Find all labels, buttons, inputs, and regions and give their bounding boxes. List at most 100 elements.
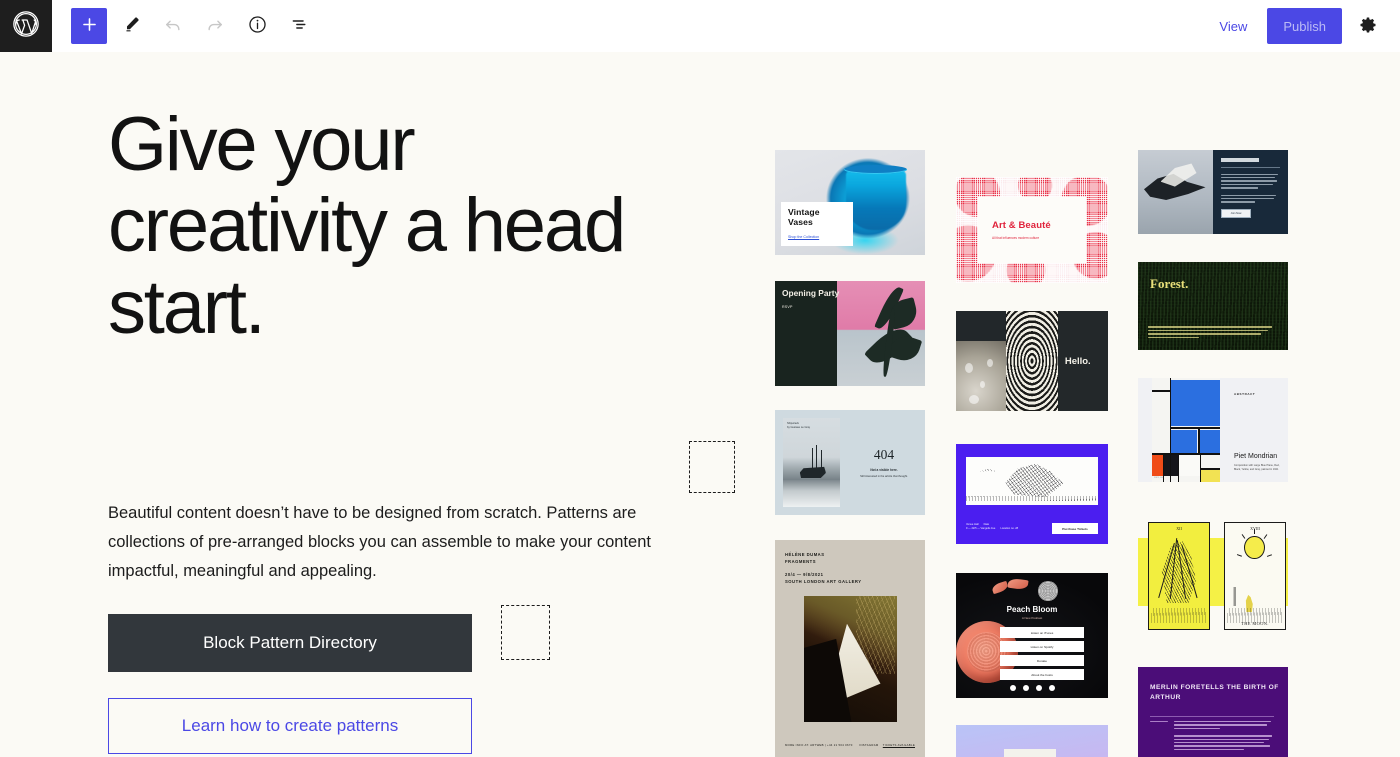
list-view-button[interactable]: [281, 8, 317, 44]
shipwreck-photo: Shipwreck by Gustave Le Gray: [783, 418, 840, 507]
purchase-tickets-button[interactable]: Purchase Tickets: [1052, 523, 1098, 534]
towers-shape: [1225, 586, 1285, 606]
listen-spotify-button[interactable]: Listen on Spotify: [1000, 641, 1084, 652]
mondrian-artwork: [1152, 378, 1220, 482]
learn-how-to-create-patterns-button[interactable]: Learn how to create patterns: [108, 698, 472, 754]
mondrian-name: Piet Mondrian: [1234, 453, 1278, 460]
flyer-meta-4: Location no. 28: [1000, 527, 1019, 531]
tarot-card-right-name: THE MOON.: [1241, 621, 1269, 626]
gear-icon: [1358, 15, 1378, 38]
opening-party-photo: [836, 281, 925, 386]
error-404-line2: Still interested in the article that tho…: [860, 475, 908, 478]
pattern-card-merlin[interactable]: MERLIN FORETELLS THE BIRTH OF ARTHUR: [1138, 667, 1288, 757]
pattern-card-helene-dumas[interactable]: HÉLÈNE DUMAS FRAGMENTS 20/4 — 9/8/2021 S…: [775, 540, 925, 757]
bird-heading-bar: [1221, 158, 1259, 162]
social-icon[interactable]: [1022, 685, 1029, 691]
toolbar-left-group: [52, 8, 317, 44]
tarot-card-right-numeral: XVIII: [1250, 526, 1260, 531]
peach-bloom-title: Peach Bloom: [1006, 605, 1058, 614]
publish-button[interactable]: Publish: [1267, 8, 1342, 44]
divider: [1221, 167, 1280, 168]
view-button[interactable]: View: [1207, 13, 1259, 40]
pattern-card-art-beaute[interactable]: Art & Beauté All that influences modern …: [956, 177, 1108, 283]
redo-button[interactable]: [197, 8, 233, 44]
add-block-button[interactable]: [71, 8, 107, 44]
hello-title: Hello.: [1064, 355, 1091, 367]
pencil-icon: [122, 15, 141, 37]
undo-icon: [163, 15, 183, 38]
about-hosts-button[interactable]: About the hosts: [1000, 669, 1084, 680]
pattern-card-gradient-partial[interactable]: Lorem Origin 20" — 2019, Giclee print on…: [956, 725, 1108, 757]
undo-button[interactable]: [155, 8, 191, 44]
toolbar-right-group: View Publish: [1207, 8, 1400, 44]
poster-venue: SOUTH LONDON ART GALLERY: [785, 579, 862, 585]
pattern-card-vintage-vases[interactable]: Vintage Vases Shop the Collection: [775, 150, 925, 255]
pattern-card-blue-flyer[interactable]: Venue Hall Date 9 — 22/5 — Vangelis Ave …: [956, 444, 1108, 544]
merlin-body-text: [1174, 721, 1274, 752]
donate-button[interactable]: Donate: [1000, 655, 1084, 666]
divider: [1150, 716, 1274, 717]
tarot-card-left-numeral: XII: [1176, 526, 1182, 531]
page-title[interactable]: Give your creativity a head start.: [108, 104, 668, 348]
art-beaute-title: Art & Beauté: [992, 220, 1051, 231]
settings-button[interactable]: [1350, 8, 1386, 44]
pattern-card-bird-navy[interactable]: Join Now: [1138, 150, 1288, 234]
sea-shape: [783, 480, 840, 507]
forest-body-text: [1148, 326, 1276, 340]
social-icons: [956, 685, 1108, 691]
poster-heading: HÉLÈNE DUMAS FRAGMENTS 20/4 — 9/8/2021 S…: [785, 552, 862, 586]
merlin-side-label: [1150, 721, 1168, 724]
social-icon[interactable]: [1009, 685, 1016, 691]
empty-block-placeholder-1[interactable]: [689, 441, 735, 493]
merlin-title: MERLIN FORETELLS THE BIRTH OF ARTHUR: [1150, 684, 1279, 702]
shop-collection-link[interactable]: Shop the Collection: [788, 235, 846, 239]
bird-photo: [1138, 150, 1213, 234]
error-404-text: 404 Not a visible here. Still interested…: [847, 410, 921, 515]
pattern-card-mondrian[interactable]: ABSTRACT Piet Mondrian Composition with …: [1138, 378, 1288, 482]
opening-party-rsvp[interactable]: RSVP: [782, 305, 839, 309]
redo-icon: [205, 15, 225, 38]
vase-rim-shape: [844, 164, 907, 175]
concentric-rings-graphic: [1006, 311, 1058, 411]
pattern-card-tarot[interactable]: XII XVIII THE MOON.: [1138, 512, 1288, 639]
wordpress-logo-button[interactable]: [0, 0, 52, 52]
poster-show: FRAGMENTS: [785, 558, 817, 564]
art-beaute-card: Art & Beauté All that influences modern …: [978, 197, 1086, 263]
pattern-card-hello[interactable]: Hello.: [956, 311, 1108, 411]
flyer-meta-1: Venue Hall: [966, 522, 979, 526]
poster-instagram[interactable]: INSTAGRAM: [859, 743, 878, 747]
mondrian-description: Composition with Large Blue Plane, Red, …: [1234, 464, 1280, 471]
tarot-card-right: XVIII THE MOON.: [1224, 522, 1286, 630]
details-button[interactable]: [239, 8, 275, 44]
peach-bloom-subtitle: A New Podcast: [1021, 616, 1043, 620]
hero-paragraph[interactable]: Beautiful content doesn’t have to be des…: [108, 499, 668, 586]
tools-button[interactable]: [113, 8, 149, 44]
poster-tickets[interactable]: TICKETS AVAILABLE: [883, 743, 915, 747]
empty-block-placeholder-2[interactable]: [501, 605, 550, 660]
flyer-meta-3: 9 — 22/5 — Vangelis Ave: [966, 527, 996, 531]
social-icon[interactable]: [1048, 685, 1055, 691]
pattern-card-opening-party[interactable]: Opening Party RSVP: [775, 281, 925, 386]
editor-canvas: Give your creativity a head start. Beaut…: [0, 52, 1400, 757]
pattern-card-peach-bloom[interactable]: Peach Bloom A New Podcast Listen on iTun…: [956, 573, 1108, 698]
flyer-meta-2: Date: [983, 522, 990, 526]
moon-surface-photo: [956, 311, 1007, 411]
forest-title: Forest.: [1150, 276, 1189, 291]
bird-sketch-shape: [979, 468, 998, 472]
pattern-card-forest[interactable]: Forest.: [1138, 262, 1288, 350]
error-404-code: 404: [873, 447, 895, 462]
list-view-icon: [289, 14, 310, 38]
listen-itunes-button[interactable]: Listen on iTunes: [1000, 627, 1084, 638]
hero-section: Give your creativity a head start. Beaut…: [108, 104, 708, 754]
vinyl-disc-icon: [1038, 581, 1058, 601]
pattern-card-404[interactable]: Shipwreck by Gustave Le Gray 404 Not a v…: [775, 410, 925, 515]
flyer-illustration: [966, 457, 1098, 505]
hello-panel: Hello.: [1057, 311, 1108, 411]
error-404-line1: Not a visible here.: [870, 468, 898, 472]
art-beaute-subtitle: All that influences modern culture: [992, 236, 1040, 240]
mondrian-credit: 1921, Oil: [1154, 477, 1163, 479]
join-now-button[interactable]: Join Now: [1221, 208, 1251, 218]
moon-sun-shape: [1244, 535, 1265, 560]
block-pattern-directory-button[interactable]: Block Pattern Directory: [108, 614, 472, 672]
social-icon[interactable]: [1035, 685, 1042, 691]
